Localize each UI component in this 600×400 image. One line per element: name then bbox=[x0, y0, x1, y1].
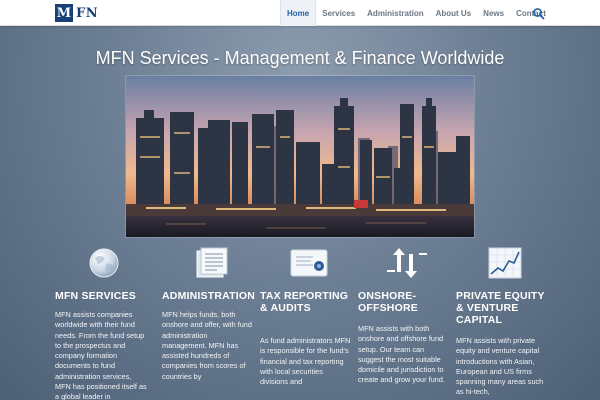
service-description: As fund administrators MFN is responsibl… bbox=[260, 336, 351, 387]
nav-administration[interactable]: Administration bbox=[361, 0, 429, 26]
nav-about-us[interactable]: About Us bbox=[430, 0, 478, 26]
nav-home[interactable]: Home bbox=[280, 0, 317, 26]
documents-icon[interactable] bbox=[162, 246, 260, 284]
nav-news[interactable]: News bbox=[477, 0, 510, 26]
service-title: ONSHORE-OFFSHORE bbox=[358, 290, 418, 314]
main-nav: Home Services Administration About Us Ne… bbox=[280, 0, 552, 26]
logo-mark: M bbox=[55, 4, 73, 22]
service-description: MFN assists companies worldwide with the… bbox=[55, 310, 147, 400]
logo[interactable]: M FN bbox=[55, 4, 98, 22]
service-description: MFN assists with private equity and vent… bbox=[456, 336, 544, 397]
service-title: ADMINISTRATION bbox=[162, 290, 256, 302]
service-title: TAX REPORTING & AUDITS bbox=[260, 290, 349, 314]
service-title: MFN SERVICES bbox=[55, 290, 136, 302]
exchange-arrows-icon[interactable] bbox=[358, 246, 456, 284]
service-title: PRIVATE EQUITY & VENTURE CAPITAL bbox=[456, 290, 545, 326]
search-icon[interactable] bbox=[532, 6, 546, 20]
globe-icon[interactable] bbox=[55, 246, 153, 284]
certificate-icon[interactable] bbox=[260, 246, 358, 284]
growth-chart-icon[interactable] bbox=[456, 246, 554, 284]
hero-title: MFN Services - Management & Finance Worl… bbox=[95, 48, 505, 68]
logo-text: FN bbox=[76, 5, 99, 21]
service-description: MFN helps funds, both onshore and offer,… bbox=[162, 310, 252, 381]
site-header: M FN Home Services Administration About … bbox=[0, 0, 600, 26]
service-description: MFN assists with both onshore and offsho… bbox=[358, 324, 445, 385]
city-skyline-photo bbox=[125, 75, 475, 238]
nav-services[interactable]: Services bbox=[316, 0, 361, 26]
